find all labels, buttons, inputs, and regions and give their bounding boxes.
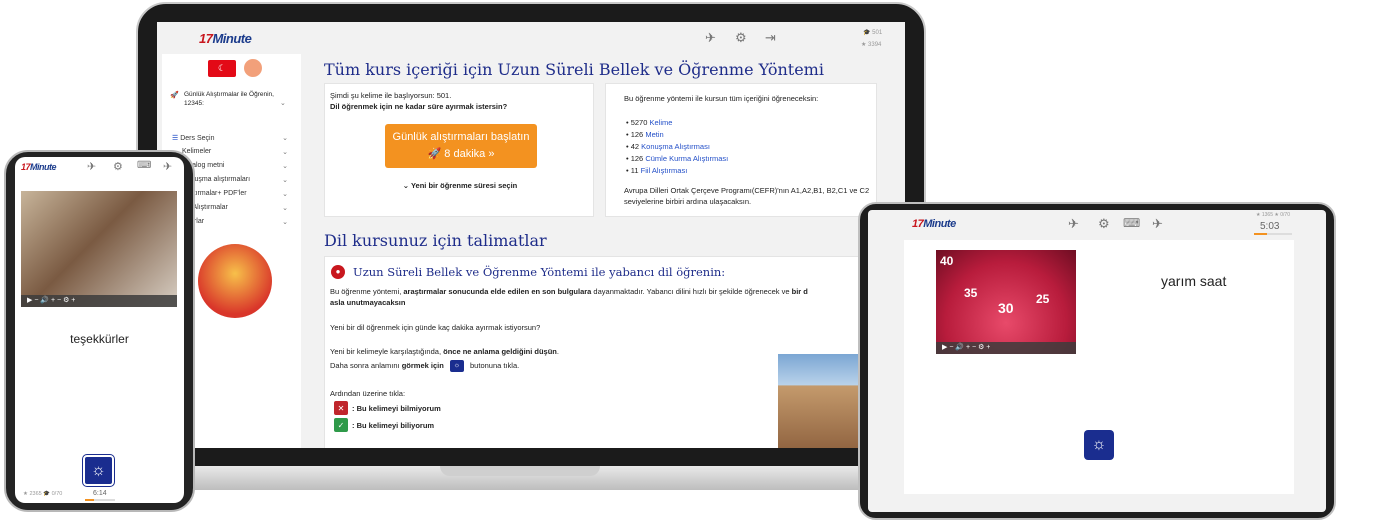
laptop-screen: 17Minute ✈ ⚙ ⇥ 🎓 501 ★ 3394 ☾ 🚀 Günlük A… xyxy=(157,22,905,448)
progress-stats: ★ 1365 ★ 0/70 xyxy=(1256,212,1290,218)
time-question: Dil öğrenmek için ne kadar süre ayırmak … xyxy=(330,102,508,111)
top-bar: 17Minute ✈ ⚙ ⇥ 🎓 501 ★ 3394 xyxy=(157,22,905,56)
course-intro: Bu öğrenme yöntemi ile kursun tüm içeriğ… xyxy=(624,94,819,103)
mute-icon[interactable]: ✈ xyxy=(163,160,172,173)
think-instruction: Yeni bir kelimeyle karşılaştığında, önce… xyxy=(330,347,559,356)
chevron-down-icon[interactable]: ⌄ xyxy=(280,99,286,107)
cefr-text: Avrupa Dilleri Ortak Çerçeve Programı(CE… xyxy=(624,186,870,206)
avatar[interactable] xyxy=(244,59,262,77)
logo[interactable]: 17Minute xyxy=(912,218,956,230)
gear-icon[interactable]: ⚙ xyxy=(1098,216,1110,232)
show-answer-button[interactable]: ☼ xyxy=(1084,430,1114,460)
brain-icon: ● xyxy=(331,265,345,279)
reveal-instruction: Daha sonra anlamını görmek için ☼ butonu… xyxy=(330,360,519,373)
sidebar-item-words[interactable]: Kelimeler ⌄ xyxy=(172,148,292,156)
content-item[interactable]: • 126 Metin xyxy=(626,129,664,140)
word-image: 40 35 30 25 ▶ − 🔊 + − ⚙ + xyxy=(936,250,1076,354)
know-text: : Bu kelimeyi biliyorum xyxy=(352,421,435,430)
page-title: Tüm kurs içeriği için Uzun Süreli Bellek… xyxy=(324,60,824,79)
timer: 5:03 xyxy=(1260,221,1280,232)
word-image: ▶ − 🔊 + − ⚙ + xyxy=(21,191,177,307)
main-content: Tüm kurs içeriği için Uzun Süreli Bellek… xyxy=(309,54,905,448)
start-word-text: Şimdi şu kelime ile başlıyorsun: 501. xyxy=(330,91,452,100)
timer-progress xyxy=(85,499,115,501)
lightbulb-icon: ☼ xyxy=(91,461,106,479)
rocket-icon: 🚀 xyxy=(170,92,179,99)
content-item[interactable]: • 11 Fiil Alıştırması xyxy=(626,165,687,176)
content-item[interactable]: • 42 Konuşma Alıştırması xyxy=(626,141,710,152)
dont-know-icon[interactable]: ✕ xyxy=(334,401,348,415)
choose-time-link[interactable]: ⌄ Yeni bir öğrenme süresi seçin xyxy=(325,180,595,191)
no-audio-icon[interactable]: ✈ xyxy=(705,30,716,46)
timer: 6:14 xyxy=(93,490,107,497)
instructions-card: ● Uzun Süreli Bellek ve Öğrenme Yöntemi … xyxy=(324,256,884,448)
video-controls[interactable]: ▶ − 🔊 + − ⚙ + xyxy=(21,295,177,307)
word-text: teşekkürler xyxy=(70,332,129,346)
lightbulb-icon: ☼ xyxy=(1091,436,1107,453)
logo[interactable]: 17Minute xyxy=(21,162,57,172)
phone-screen: 17Minute ✈ ⚙ ⌨ ✈ ▶ − 🔊 + − ⚙ + teşekkürl… xyxy=(15,157,184,503)
flag-icon[interactable]: ☾ xyxy=(208,60,236,77)
course-content-card: Bu öğrenme yöntemi ile kursun tüm içeriğ… xyxy=(605,83,877,217)
show-answer-button[interactable]: ☼ xyxy=(82,454,115,487)
laptop-notch xyxy=(440,466,600,476)
sidebar-item-lessons[interactable]: ☰ Ders Seçin ⌄ xyxy=(172,134,292,142)
architecture-image xyxy=(778,354,858,448)
no-audio-icon[interactable]: ✈ xyxy=(1068,216,1079,232)
content-item[interactable]: • 126 Cümle Kurma Alıştırması xyxy=(626,153,728,164)
start-daily-button[interactable]: Günlük alıştırmaları başlatın 🚀 8 dakika… xyxy=(385,124,537,168)
stars-count: ★ 3394 xyxy=(861,42,882,48)
courses-count: 🎓 501 xyxy=(863,30,883,36)
tablet-screen: 17Minute ✈ ⚙ ⌨ ✈ ★ 1365 ★ 0/70 5:03 40 3… xyxy=(868,210,1326,512)
method-title: Uzun Süreli Bellek ve Öğrenme Yöntemi il… xyxy=(353,265,726,279)
content-item[interactable]: • 5270 Kelime xyxy=(626,117,672,128)
word-text: yarım saat xyxy=(1161,273,1227,289)
mute-icon[interactable]: ✈ xyxy=(1152,216,1163,232)
daily-practice-link[interactable]: Günlük Alıştırmalar ile Öğrenin, 12345: xyxy=(184,90,274,108)
logo[interactable]: 17Minute xyxy=(199,31,252,46)
flashcard: 40 35 30 25 ▶ − 🔊 + − ⚙ + yarım saat ☼ xyxy=(904,240,1294,494)
logout-icon[interactable]: ⇥ xyxy=(765,30,776,46)
gear-icon[interactable]: ⚙ xyxy=(735,30,747,46)
never-forget-text: asla unutmayacaksın xyxy=(330,298,406,307)
progress-stats: ★ 2365 🎓 0/70 xyxy=(23,491,63,497)
lightbulb-icon[interactable]: ☼ xyxy=(449,360,464,373)
method-paragraph: Bu öğrenme yöntemi, araştırmalar sonucun… xyxy=(330,287,808,296)
country-illustration xyxy=(198,244,272,318)
timer-progress xyxy=(1254,233,1292,235)
keyboard-icon[interactable]: ⌨ xyxy=(137,160,151,171)
keyboard-icon[interactable]: ⌨ xyxy=(1123,216,1140,230)
then-click-text: Ardından üzerine tıkla: xyxy=(330,389,406,398)
instructions-title: Dil kursunuz için talimatlar xyxy=(324,231,547,250)
gear-icon[interactable]: ⚙ xyxy=(113,160,123,173)
no-audio-icon[interactable]: ✈ xyxy=(87,160,96,173)
know-icon[interactable]: ✓ xyxy=(334,418,348,432)
daily-practice-card: Şimdi şu kelime ile başlıyorsun: 501. Di… xyxy=(324,83,594,217)
video-controls[interactable]: ▶ − 🔊 + − ⚙ + xyxy=(936,342,1076,354)
dont-know-text: : Bu kelimeyi bilmiyorum xyxy=(352,404,441,413)
minutes-question: Yeni bir dil öğrenmek için günde kaç dak… xyxy=(330,323,541,332)
